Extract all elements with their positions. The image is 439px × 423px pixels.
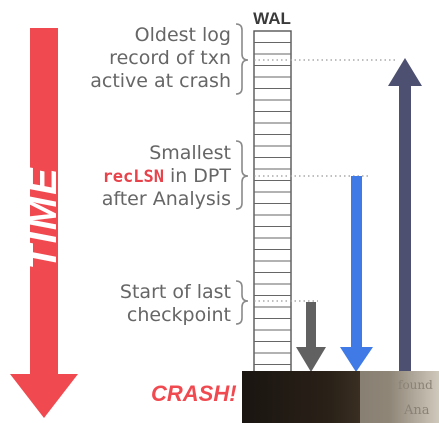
video-overlay: found Ana (242, 371, 439, 423)
wal-log-column (253, 30, 292, 378)
photo-text-1: found (398, 378, 433, 392)
oldest-log-up-arrow (388, 58, 422, 376)
oldest-log-line-2: record of txn (109, 47, 231, 69)
recovery-diagram: TIME WAL Oldest log record of txn active… (10, 9, 439, 423)
oldest-log-brace (235, 23, 249, 95)
reclsn-line-3: after Analysis (102, 188, 231, 210)
annotation-checkpoint: Start of last checkpoint (120, 280, 249, 326)
annotation-oldest-log: Oldest log record of txn active at crash (90, 23, 249, 95)
reclsn-line-2-rest: in DPT (170, 165, 231, 187)
reclsn-line-2: recLSN in DPT (103, 165, 232, 187)
checkpoint-down-arrow (296, 302, 326, 372)
crash-label: CRASH! (151, 381, 237, 406)
wal-label: WAL (253, 9, 291, 28)
reclsn-down-arrow (340, 176, 373, 372)
reclsn-brace (235, 140, 249, 210)
time-label: TIME (21, 166, 65, 270)
checkpoint-line-2: checkpoint (127, 304, 231, 326)
oldest-log-line-1: Oldest log (135, 24, 231, 46)
annotation-smallest-reclsn: Smallest recLSN in DPT after Analysis (102, 140, 249, 210)
reclsn-line-1: Smallest (149, 142, 231, 164)
checkpoint-line-1: Start of last (120, 281, 231, 303)
oldest-log-line-3: active at crash (90, 70, 231, 92)
checkpoint-brace (235, 280, 249, 325)
photo-text-2: Ana (403, 403, 430, 418)
reclsn-highlight: recLSN (103, 167, 164, 187)
